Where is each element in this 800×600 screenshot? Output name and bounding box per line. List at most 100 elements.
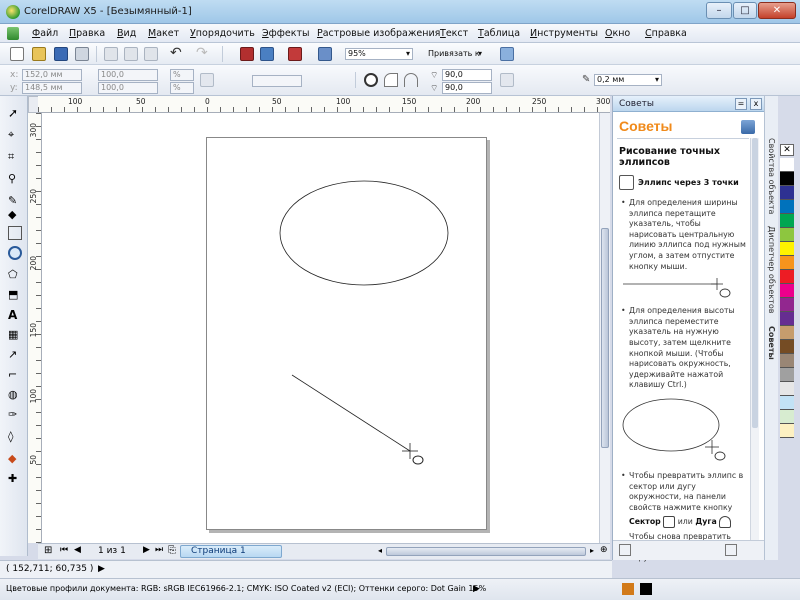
arc-button-icon[interactable] <box>719 516 732 529</box>
menu-window[interactable]: Окно <box>605 28 630 39</box>
save-icon[interactable] <box>54 47 68 61</box>
menu-bitmaps[interactable]: Растровые изображения <box>317 28 440 39</box>
docker-scroll-thumb[interactable] <box>752 138 758 428</box>
docker-pin-button[interactable]: = <box>735 98 747 110</box>
tab-object-properties[interactable]: Свойства объекта <box>767 138 776 214</box>
color-swatch[interactable] <box>780 172 794 186</box>
outline-width-select[interactable]: 0,2 мм ▾ <box>594 74 662 86</box>
next-page-icon[interactable]: ▶ <box>143 545 150 555</box>
navigator-icon[interactable]: ⊕ <box>600 545 608 555</box>
zoom-tool-icon[interactable]: ⚲ <box>8 172 22 186</box>
freehand-tool-icon[interactable]: ✎ <box>8 194 22 208</box>
menu-table[interactable]: Таблица <box>478 28 520 39</box>
docker-forward-icon[interactable] <box>725 544 737 556</box>
color-swatch[interactable] <box>780 326 794 340</box>
docker-scrollbar[interactable] <box>750 138 759 558</box>
menu-tools[interactable]: Инструменты <box>530 28 598 39</box>
import-icon[interactable] <box>240 47 254 61</box>
expand-status-icon[interactable]: ▶ <box>98 564 105 574</box>
ellipse-tool-icon[interactable] <box>8 246 22 260</box>
menu-view[interactable]: Вид <box>117 28 136 39</box>
fill-tool-icon[interactable]: ◆ <box>8 452 22 466</box>
menu-arrange[interactable]: Упорядочить <box>190 28 255 39</box>
outline-color-swatch[interactable] <box>640 583 652 595</box>
shape-tool-icon[interactable]: ⌖ <box>8 128 22 142</box>
color-swatch[interactable] <box>780 396 794 410</box>
color-swatch[interactable] <box>780 256 794 270</box>
options-icon[interactable] <box>500 47 514 61</box>
text-tool-icon[interactable]: A <box>8 308 22 322</box>
color-swatch[interactable] <box>780 368 794 382</box>
page-tab-1[interactable]: Страница 1 <box>180 545 282 558</box>
color-swatch[interactable] <box>780 382 794 396</box>
prev-page-icon[interactable]: ◀ <box>74 545 81 555</box>
drawing-canvas[interactable] <box>42 113 599 543</box>
color-swatch[interactable] <box>780 228 794 242</box>
pie-mode-icon[interactable] <box>384 73 398 87</box>
cut-icon[interactable] <box>104 47 118 61</box>
docker-back-icon[interactable] <box>619 544 631 556</box>
color-swatch[interactable] <box>780 410 794 424</box>
basic-shapes-tool-icon[interactable]: ⬒ <box>8 288 22 302</box>
end-angle-field[interactable]: 90,0 <box>442 82 492 94</box>
welcome-screen-icon[interactable] <box>318 47 332 61</box>
horizontal-ruler[interactable]: 100 50 0 50 100 150 200 250 300 <box>38 96 610 113</box>
color-swatch[interactable] <box>780 340 794 354</box>
redo-icon[interactable]: ↷ <box>196 46 210 61</box>
smart-fill-tool-icon[interactable]: ◆ <box>8 208 22 222</box>
snap-to-button[interactable]: Привязать к ▾ <box>425 48 483 60</box>
menu-doc-icon[interactable] <box>7 27 19 40</box>
direction-toggle-icon[interactable] <box>500 73 514 87</box>
vertical-ruler[interactable]: 300 250 200 150 100 50 <box>28 113 42 543</box>
connector-tool-icon[interactable]: ⌐ <box>8 368 22 382</box>
blend-tool-icon[interactable]: ◍ <box>8 388 22 402</box>
interactive-fill-tool-icon[interactable]: ✚ <box>8 472 22 486</box>
fill-indicator-icon[interactable] <box>622 583 634 595</box>
color-swatch[interactable] <box>780 298 794 312</box>
color-swatch[interactable] <box>780 200 794 214</box>
color-swatch[interactable] <box>780 214 794 228</box>
page-fit-icon[interactable]: ⊞ <box>44 545 52 556</box>
tab-tips[interactable]: Советы <box>767 326 776 360</box>
maximize-button[interactable]: □ <box>733 2 757 19</box>
open-folder-icon[interactable] <box>32 47 46 61</box>
height-field[interactable]: 100,0 <box>98 82 158 94</box>
width-field[interactable]: 100,0 <box>98 69 158 81</box>
menu-layout[interactable]: Макет <box>148 28 179 39</box>
scale-x-field[interactable]: % <box>170 69 194 81</box>
color-swatch[interactable] <box>780 186 794 200</box>
table-tool-icon[interactable]: ▦ <box>8 328 22 342</box>
last-page-icon[interactable]: ⏭ <box>155 545 163 555</box>
ellipse-shape[interactable] <box>279 180 449 286</box>
copy-icon[interactable] <box>124 47 138 61</box>
crop-tool-icon[interactable]: ⌗ <box>8 150 22 164</box>
vertical-scroll-thumb[interactable] <box>601 228 609 448</box>
undo-icon[interactable]: ↶ <box>170 46 184 61</box>
minimize-button[interactable]: – <box>706 2 732 19</box>
color-profile-info[interactable]: Цветовые профили документа: RGB: sRGB IE… <box>6 584 486 593</box>
polygon-tool-icon[interactable]: ⬠ <box>8 268 22 282</box>
application-launcher-icon[interactable] <box>288 47 302 61</box>
export-icon[interactable] <box>260 47 274 61</box>
zoom-level-select[interactable]: 95% ▾ <box>345 48 413 60</box>
dimension-tool-icon[interactable]: ↗ <box>8 348 22 362</box>
lock-ratio-icon[interactable] <box>200 73 214 87</box>
docker-close-button[interactable]: x <box>750 98 762 110</box>
outline-tool-icon[interactable]: ◊ <box>8 430 22 444</box>
color-swatch[interactable] <box>780 158 794 172</box>
color-swatch[interactable] <box>780 270 794 284</box>
eyedropper-tool-icon[interactable]: ✑ <box>8 408 22 422</box>
x-position-field[interactable]: 152,0 мм <box>22 69 82 81</box>
arc-mode-icon[interactable] <box>404 73 418 87</box>
menu-file[interactable]: Файл <box>32 28 58 39</box>
rectangle-tool-icon[interactable] <box>8 226 22 240</box>
add-page-icon[interactable]: ⎘ <box>168 545 176 556</box>
menu-edit[interactable]: Правка <box>69 28 105 39</box>
y-position-field[interactable]: 148,5 мм <box>22 82 82 94</box>
paste-icon[interactable] <box>144 47 158 61</box>
palette-close-icon[interactable]: ✕ <box>780 144 794 156</box>
ellipse-mode-icon[interactable] <box>364 73 378 87</box>
start-angle-field[interactable]: 90,0 <box>442 69 492 81</box>
scroll-right-icon[interactable]: ▸ <box>590 546 594 555</box>
color-swatch[interactable] <box>780 242 794 256</box>
